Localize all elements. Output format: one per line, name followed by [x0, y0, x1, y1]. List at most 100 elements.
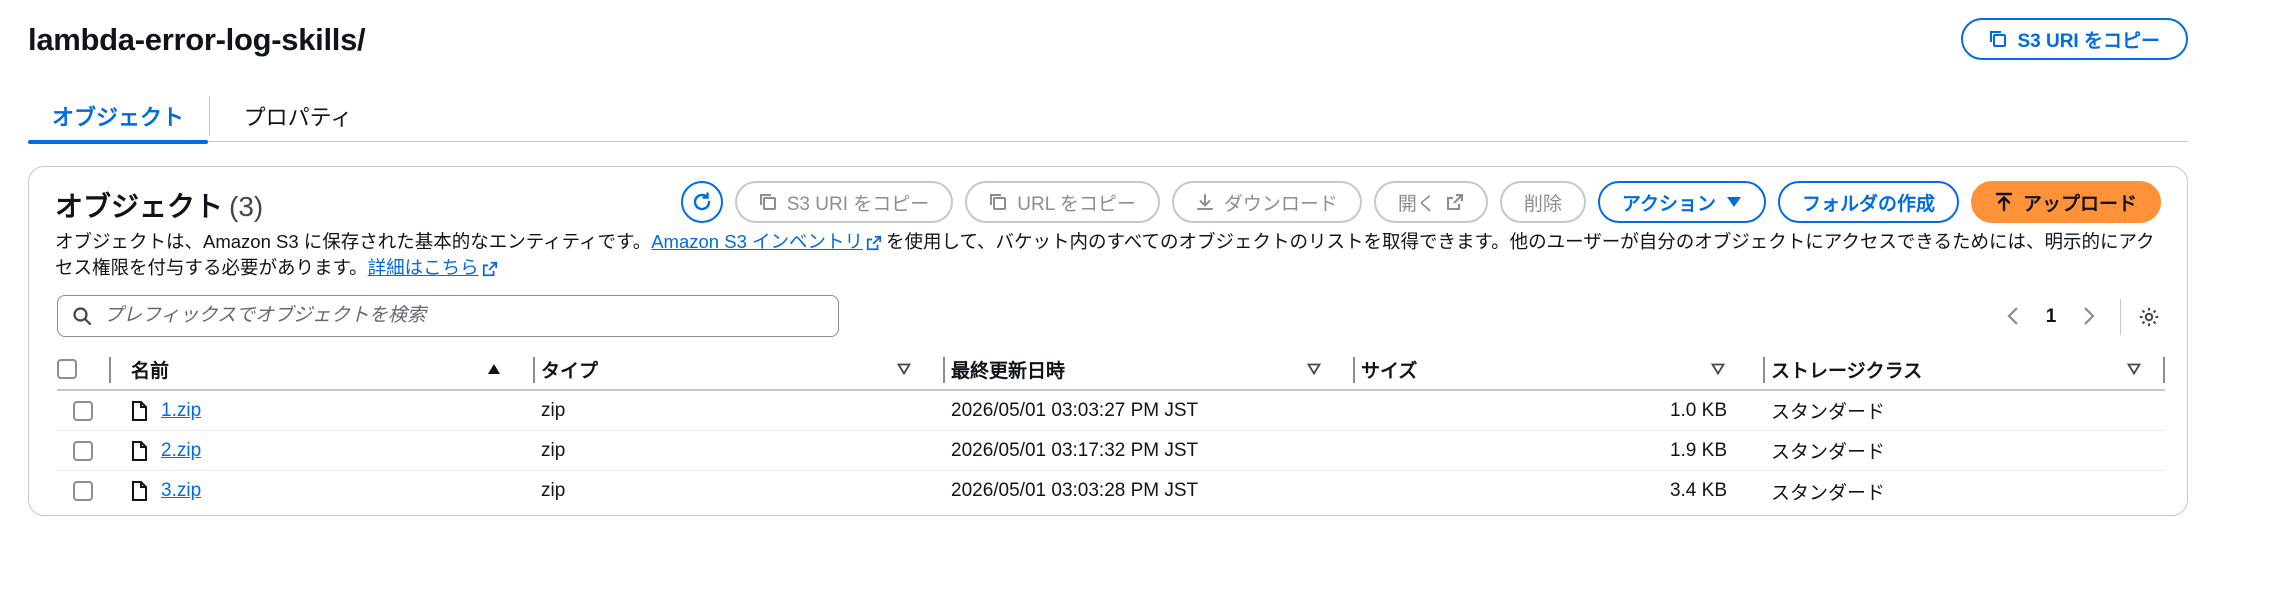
refresh-icon: [693, 192, 710, 211]
search-icon: [73, 307, 92, 326]
sort-ascending-button[interactable]: [487, 363, 501, 375]
storage-class-cell: スタンダード: [1771, 442, 1886, 463]
tab-bar: オブジェクト プロパティ: [28, 90, 2188, 144]
modified-cell: 2026/05/01 03:03:28 PM JST: [951, 480, 1199, 501]
copy-icon: [1990, 31, 2007, 47]
download-button[interactable]: ダウンロード: [1171, 181, 1362, 223]
sort-type-button[interactable]: [897, 363, 911, 375]
table-row[interactable]: 1.zip zip 2026/05/01 03:03:27 PM JST 1.0…: [57, 391, 2165, 431]
object-name-link[interactable]: 2.zip: [161, 440, 201, 462]
name-cell: 1.zip: [131, 391, 511, 430]
objects-panel-title: オブジェクト (3): [55, 185, 263, 225]
column-header-modified-label: 最終更新日時: [951, 360, 1066, 382]
copy-url-label: URL をコピー: [1017, 193, 1136, 215]
tab-properties[interactable]: プロパティ: [210, 90, 386, 142]
copy-s3-uri-button[interactable]: S3 URI をコピー: [734, 181, 954, 223]
objects-count: (3): [229, 191, 264, 222]
sort-down-icon: [1711, 363, 1725, 375]
chevron-right-icon: [2084, 306, 2095, 325]
tab-objects[interactable]: オブジェクト: [28, 90, 208, 144]
create-folder-button[interactable]: フォルダの作成: [1777, 181, 1959, 223]
external-link-icon: [482, 261, 497, 277]
actions-label: アクション: [1621, 193, 1716, 215]
object-name-link[interactable]: 1.zip: [161, 400, 201, 422]
download-label: ダウンロード: [1223, 193, 1338, 215]
sort-storage-class-button[interactable]: [2127, 363, 2141, 375]
size-value: 1.9 KB: [1669, 439, 1727, 461]
next-page-button[interactable]: [2070, 302, 2108, 333]
row-checkbox[interactable]: [73, 481, 93, 501]
size-value: 1.0 KB: [1669, 399, 1727, 421]
current-page-number[interactable]: 1: [2032, 306, 2070, 328]
storage-class-cell: スタンダード: [1771, 482, 1886, 504]
upload-button[interactable]: アップロード: [1970, 181, 2161, 223]
external-link-icon: [1446, 194, 1463, 210]
sort-size-button[interactable]: [1711, 363, 1725, 375]
column-header-type-label: タイプ: [541, 360, 599, 382]
actions-dropdown-button[interactable]: アクション: [1597, 181, 1766, 223]
size-cell: 1.0 KB: [1361, 391, 1735, 430]
objects-panel: オブジェクト (3) S3 URI をコピー URL をコピー ダウンロード 開く…: [28, 166, 2188, 516]
row-checkbox[interactable]: [73, 400, 93, 421]
column-header-size-label: サイズ: [1361, 360, 1418, 382]
select-all-cell: [57, 349, 109, 389]
inventory-link[interactable]: Amazon S3 インベントリ: [651, 231, 863, 252]
name-cell: 2.zip: [131, 431, 511, 470]
objects-description: オブジェクトは、Amazon S3 に保存された基本的なエンティティです。Ama…: [55, 229, 2165, 281]
column-header-type[interactable]: タイプ: [541, 349, 921, 389]
column-header-modified[interactable]: 最終更新日時: [951, 349, 1331, 389]
column-separator[interactable]: [109, 357, 111, 383]
table-row[interactable]: 2.zip zip 2026/05/01 03:17:32 PM JST 1.9…: [57, 431, 2165, 471]
copy-url-button[interactable]: URL をコピー: [965, 181, 1160, 223]
type-cell: zip: [541, 480, 566, 501]
column-header-storage-class[interactable]: ストレージクラス: [1771, 349, 2151, 389]
sort-down-icon: [2127, 363, 2141, 375]
prev-page-button[interactable]: [1994, 302, 2032, 333]
copy-s3-uri-header-label: S3 URI をコピー: [2017, 30, 2160, 52]
download-icon: [1196, 194, 1213, 210]
table-header-row: 名前 タイプ 最終更新日時 サイズ ストレージクラス: [57, 349, 2165, 391]
row-checkbox[interactable]: [73, 440, 93, 461]
row-checkbox-cell: [57, 431, 109, 470]
refresh-button[interactable]: [680, 181, 723, 223]
pager-separator: [2120, 299, 2121, 335]
caret-down-icon: [1726, 197, 1741, 207]
objects-toolbar: S3 URI をコピー URL をコピー ダウンロード 開く 削除 アクション …: [680, 181, 2161, 223]
page-header: lambda-error-log-skills/ S3 URI をコピー: [28, 18, 2188, 78]
learn-more-link[interactable]: 詳細はこちら: [368, 257, 479, 278]
object-name-link[interactable]: 3.zip: [161, 480, 201, 502]
file-icon: [132, 481, 147, 501]
delete-button[interactable]: 削除: [1499, 181, 1586, 223]
column-separator[interactable]: [533, 357, 535, 383]
upload-icon: [1995, 192, 2013, 212]
create-folder-label: フォルダの作成: [1801, 193, 1935, 215]
column-separator[interactable]: [943, 357, 945, 383]
open-button[interactable]: 開く: [1373, 181, 1488, 223]
copy-icon: [990, 194, 1007, 210]
column-separator[interactable]: [2163, 357, 2165, 383]
file-icon: [132, 440, 147, 461]
object-search-input[interactable]: [104, 305, 804, 327]
table-row[interactable]: 3.zip zip 2026/05/01 03:03:28 PM JST 3.4…: [57, 471, 2165, 511]
delete-label: 削除: [1523, 193, 1562, 215]
column-separator[interactable]: [1763, 357, 1765, 383]
sort-modified-button[interactable]: [1307, 363, 1321, 375]
select-all-checkbox[interactable]: [57, 359, 77, 379]
column-header-name[interactable]: 名前: [131, 349, 511, 389]
open-label: 開く: [1397, 193, 1436, 215]
object-search-box[interactable]: [57, 295, 839, 337]
copy-s3-uri-header-button[interactable]: S3 URI をコピー: [1961, 18, 2188, 60]
modified-cell: 2026/05/01 03:17:32 PM JST: [951, 439, 1199, 461]
column-header-size[interactable]: サイズ: [1361, 349, 1735, 389]
storage-class-cell: スタンダード: [1771, 402, 1886, 423]
type-cell: zip: [541, 439, 566, 461]
table-settings-button[interactable]: [2133, 306, 2165, 328]
column-header-storage-class-label: ストレージクラス: [1771, 360, 1923, 382]
description-text-1: オブジェクトは、Amazon S3 に保存された基本的なエンティティです。: [55, 231, 652, 252]
copy-s3-uri-label: S3 URI をコピー: [786, 193, 930, 215]
column-separator[interactable]: [1353, 357, 1355, 383]
chevron-left-icon: [2007, 306, 2018, 325]
page-title: lambda-error-log-skills/: [28, 22, 366, 57]
size-value: 3.4 KB: [1669, 480, 1727, 501]
file-icon: [132, 400, 147, 421]
